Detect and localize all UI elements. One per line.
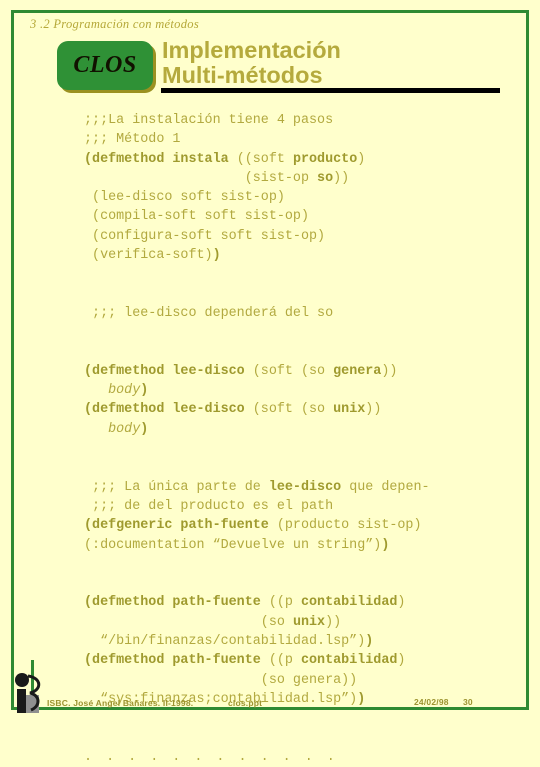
code-line: (compila-soft soft sist-op): [84, 209, 309, 225]
code-line: (verifica-soft)): [84, 248, 221, 264]
code-line: “/bin/finanzas/contabilidad.lsp”)): [84, 634, 374, 650]
code-line: (defmethod lee-disco (soft (so genera)): [84, 363, 398, 379]
code-line: (:documentation “Devuelve un string”)): [84, 537, 390, 553]
code-line: ;;; lee-disco dependerá del so: [84, 305, 334, 321]
code-line: (so unix)): [84, 614, 342, 630]
code-line: body): [108, 383, 149, 399]
page-title-line1: Implementación: [162, 37, 341, 63]
clos-badge-label: CLOS: [73, 52, 137, 78]
page-title: Implementación Multi-métodos: [162, 38, 512, 88]
code-line: ;;; de del producto es el path: [84, 498, 334, 514]
code-listing: ;;;La instalación tiene 4 pasos ;;; Métod…: [84, 111, 514, 767]
code-line: (so genera)): [84, 672, 358, 688]
page-title-line2: Multi-métodos: [162, 62, 323, 88]
code-line: ;;;La instalación tiene 4 pasos: [84, 113, 334, 128]
section-label: 3 .2 Programación con métodos: [30, 17, 199, 31]
code-line: (defgeneric path-fuente (producto sist-o…: [84, 518, 422, 534]
code-line: ;;; La única parte de lee-disco que depe…: [84, 479, 430, 495]
code-line: (sist-op so)): [84, 170, 350, 186]
code-line: body): [108, 421, 149, 437]
title-underline-rule: [161, 88, 500, 93]
slide-canvas: 3 .2 Programación con métodos CLOS Imple…: [0, 0, 540, 765]
footer-page-number: 30: [463, 697, 473, 707]
code-line: . . . . . . . . . . . .: [84, 749, 338, 765]
code-line: (configura-soft soft sist-op): [84, 228, 326, 244]
code-line: (defmethod instala ((soft producto): [84, 151, 366, 167]
footer-filename: clos.ppt: [228, 698, 263, 708]
code-line: (defmethod path-fuente ((p contabilidad): [84, 595, 406, 611]
footer-author: ISBC. José Angel Bañares. II-1998.: [47, 698, 194, 708]
clos-badge: CLOS: [57, 41, 153, 90]
code-line: (lee-disco soft sist-op): [84, 190, 285, 206]
footer-date: 24/02/98: [414, 697, 449, 707]
code-line: (defmethod path-fuente ((p contabilidad): [84, 653, 406, 669]
code-line: (defmethod lee-disco (soft (so unix)): [84, 402, 382, 418]
code-line: ;;; Método 1: [84, 132, 181, 148]
